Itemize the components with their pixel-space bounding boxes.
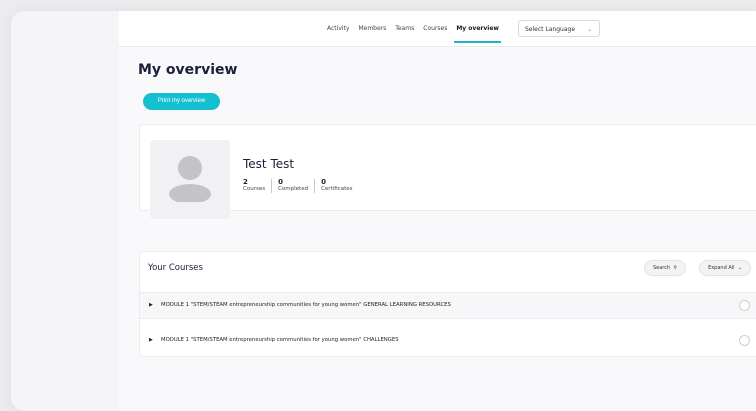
- course-title[interactable]: MODULE 1 "STEM/STEAM entrepreneurship co…: [161, 328, 399, 353]
- nav-item-members[interactable]: Members: [358, 11, 386, 46]
- nav-item-activity[interactable]: Activity: [327, 11, 349, 46]
- stat-completed-value: 0: [278, 178, 283, 186]
- your-courses-heading: Your Courses: [148, 263, 203, 273]
- stat-certificates: 0 Certificates: [321, 179, 358, 193]
- stat-completed: 0 Completed: [278, 178, 316, 193]
- expand-all-button[interactable]: Expand All ⌄: [699, 260, 751, 276]
- main-nav: Activity Members Teams Courses My overvi…: [327, 11, 508, 46]
- search-icon: ⚲: [671, 265, 678, 271]
- profile-card: [139, 124, 756, 211]
- chevron-down-icon: ⌄: [736, 265, 742, 271]
- stat-courses-label: Courses: [243, 186, 266, 192]
- language-select-label: Select Language: [525, 26, 576, 33]
- chevron-down-icon: ⌄: [586, 26, 592, 33]
- course-row[interactable]: ▶ MODULE 1 "STEM/STEAM entrepreneurship …: [140, 292, 756, 319]
- stat-courses: 2 Courses: [243, 178, 273, 193]
- course-title[interactable]: MODULE 1 "STEM/STEAM entrepreneurship co…: [161, 293, 451, 318]
- avatar: [150, 140, 230, 219]
- print-overview-button[interactable]: Print my overview: [143, 93, 220, 110]
- caret-right-icon[interactable]: ▶: [149, 328, 153, 353]
- user-avatar-icon: [169, 156, 211, 202]
- nav-item-courses[interactable]: Courses: [423, 11, 447, 46]
- stat-completed-label: Completed: [278, 186, 309, 192]
- search-button[interactable]: Search ⚲: [644, 260, 686, 276]
- expand-all-label: Expand All: [708, 265, 735, 271]
- page-title: My overview: [138, 62, 238, 78]
- completion-circle-icon: [739, 300, 750, 311]
- nav-item-teams[interactable]: Teams: [395, 11, 414, 46]
- caret-right-icon[interactable]: ▶: [149, 293, 153, 318]
- profile-name: Test Test: [243, 157, 295, 171]
- profile-stats: 2 Courses 0 Completed 0 Certificates: [243, 179, 365, 193]
- completion-circle-icon: [739, 335, 750, 346]
- stat-courses-value: 2: [243, 178, 248, 186]
- course-row[interactable]: ▶ MODULE 1 "STEM/STEAM entrepreneurship …: [140, 328, 756, 353]
- search-button-label: Search: [652, 265, 671, 271]
- left-sidebar-area: [11, 11, 119, 411]
- stat-certificates-value: 0: [321, 178, 326, 186]
- stat-certificates-label: Certificates: [321, 186, 353, 192]
- nav-item-my-overview[interactable]: My overview: [454, 11, 501, 46]
- language-select[interactable]: Select Language ⌄: [518, 20, 600, 37]
